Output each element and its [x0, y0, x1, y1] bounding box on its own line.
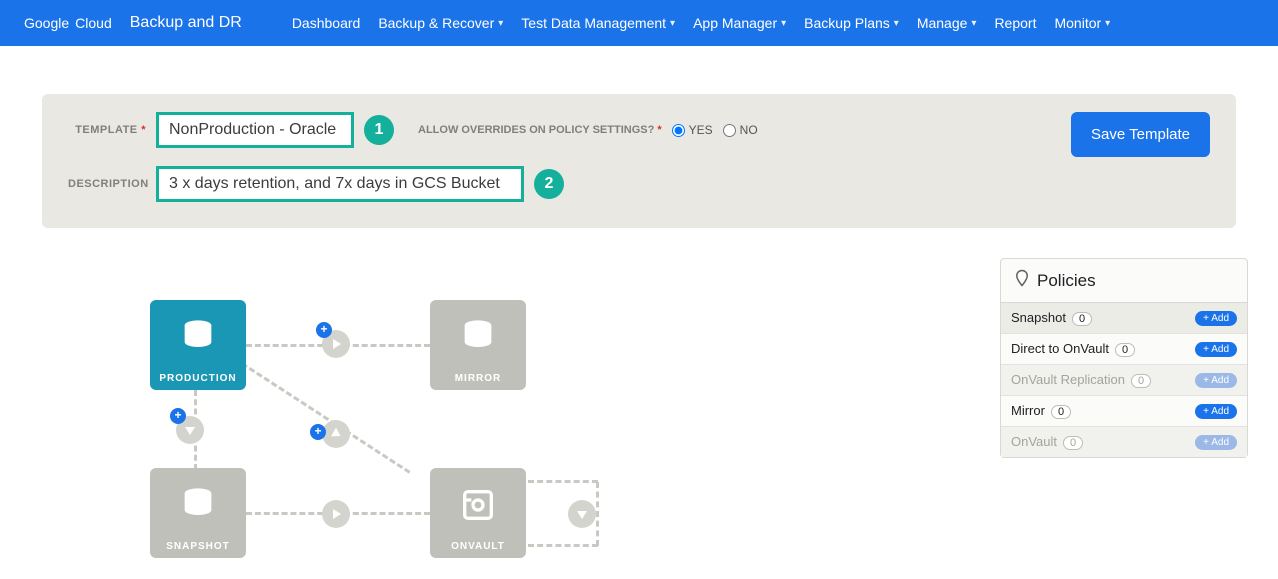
save-template-button[interactable]: Save Template: [1071, 112, 1210, 157]
add-onvault-replication-button: + Add: [1195, 373, 1237, 388]
policy-row-direct-onvault: Direct to OnVault0 + Add: [1001, 334, 1247, 365]
policy-row-onvault-replication: OnVault Replication0 + Add: [1001, 365, 1247, 396]
database-icon: [178, 468, 218, 541]
policies-panel: Policies Snapshot0 + Add Direct to OnVau…: [1000, 258, 1248, 458]
connector: [241, 362, 410, 473]
nav-backup-plans[interactable]: Backup Plans▾: [804, 15, 899, 31]
connector: [596, 482, 599, 546]
connector: [528, 544, 598, 547]
node-label: SNAPSHOT: [166, 541, 230, 558]
add-direct-onvault-button[interactable]: + Add: [1195, 342, 1237, 357]
add-onvault-button: + Add: [1195, 435, 1237, 450]
chevron-down-icon: ▾: [894, 18, 899, 29]
nav-manage[interactable]: Manage▾: [917, 15, 977, 31]
node-production[interactable]: PRODUCTION: [150, 300, 246, 390]
add-flow-icon[interactable]: +: [310, 424, 326, 440]
connector: [528, 480, 598, 483]
policy-row-onvault: OnVault0 + Add: [1001, 427, 1247, 457]
callout-2: 2: [534, 169, 564, 199]
nav-test-data[interactable]: Test Data Management▾: [521, 15, 675, 31]
flow-knob[interactable]: [568, 500, 596, 528]
google-cloud-logo: Google Cloud: [24, 15, 112, 31]
logo-cloud: Cloud: [75, 15, 112, 31]
chevron-down-icon: ▾: [781, 18, 786, 29]
node-label: ONVAULT: [451, 541, 505, 558]
nav-dashboard[interactable]: Dashboard: [292, 15, 361, 31]
flow-knob[interactable]: [322, 500, 350, 528]
add-mirror-button[interactable]: + Add: [1195, 404, 1237, 419]
product-name: Backup and DR: [130, 14, 250, 32]
node-onvault[interactable]: ONVAULT: [430, 468, 526, 558]
vault-icon: [458, 468, 498, 541]
tag-icon: [1013, 269, 1031, 292]
policy-flow-diagram: PRODUCTION MIRROR SNAPSHOT ONVAULT + + +: [150, 300, 770, 570]
node-label: PRODUCTION: [159, 373, 236, 390]
override-no-radio[interactable]: NO: [723, 123, 758, 137]
nav-app-manager[interactable]: App Manager▾: [693, 15, 786, 31]
override-label: ALLOW OVERRIDES ON POLICY SETTINGS? *: [418, 124, 662, 136]
description-label: DESCRIPTION: [68, 178, 146, 190]
database-icon: [458, 300, 498, 373]
callout-1: 1: [364, 115, 394, 145]
add-flow-icon[interactable]: +: [316, 322, 332, 338]
logo-google: Google: [24, 15, 69, 31]
database-icon: [178, 300, 218, 373]
add-snapshot-button[interactable]: + Add: [1195, 311, 1237, 326]
nav-report[interactable]: Report: [994, 15, 1036, 31]
description-input[interactable]: 3 x days retention, and 7x days in GCS B…: [156, 166, 524, 202]
top-nav: Google Cloud Backup and DR Dashboard Bac…: [0, 0, 1278, 46]
nav-monitor[interactable]: Monitor▾: [1054, 15, 1110, 31]
chevron-down-icon: ▾: [498, 18, 503, 29]
chevron-down-icon: ▾: [1105, 18, 1110, 29]
node-mirror[interactable]: MIRROR: [430, 300, 526, 390]
nav-backup-recover[interactable]: Backup & Recover▾: [378, 15, 503, 31]
chevron-down-icon: ▾: [670, 18, 675, 29]
policy-row-snapshot: Snapshot0 + Add: [1001, 303, 1247, 334]
required-star: *: [138, 124, 146, 136]
policy-row-mirror: Mirror0 + Add: [1001, 396, 1247, 427]
template-form-panel: TEMPLATE * NonProduction - Oracle 1 ALLO…: [42, 94, 1236, 228]
chevron-down-icon: ▾: [971, 18, 976, 29]
policies-header: Policies: [1001, 259, 1247, 303]
override-yes-radio[interactable]: YES: [672, 123, 713, 137]
add-flow-icon[interactable]: +: [170, 408, 186, 424]
flow-knob[interactable]: [322, 420, 350, 448]
template-label: TEMPLATE *: [68, 124, 146, 136]
node-snapshot[interactable]: SNAPSHOT: [150, 468, 246, 558]
node-label: MIRROR: [455, 373, 502, 390]
template-name-input[interactable]: NonProduction - Oracle: [156, 112, 354, 148]
